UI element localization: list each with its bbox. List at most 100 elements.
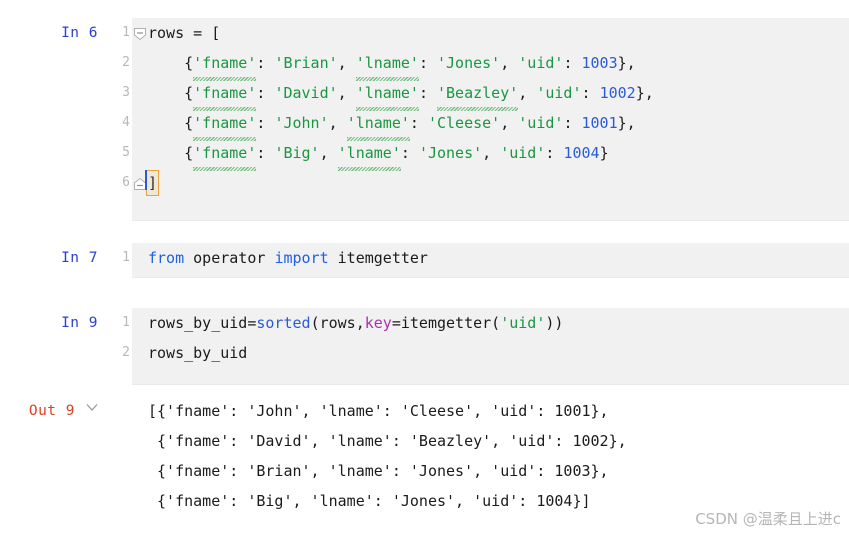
code-editor-in-6[interactable]: rows = [ {'fname': 'Brian', 'lname': 'Jo… [132,18,849,221]
notebook-cell-in-6[interactable]: In 6 1 2 3 4 5 6 rows = [{'fname': 'Bri… [0,18,849,221]
jupyter-notebook: In 6 1 2 3 4 5 6 rows = [{'fname': 'Bri… [0,0,849,536]
code-line: rows_by_uid=sorted(rows,key=itemgetter('… [132,308,849,338]
code-token: { [184,144,194,162]
string-value: 'Cleese' [427,114,501,132]
builtin-sorted: sorted [256,314,311,332]
line-number-gutter: 1 2 3 4 5 6 [98,18,132,198]
line-number: 5 [122,145,130,160]
line-number: 1 [122,250,130,265]
string-value: 'uid' [500,314,546,332]
module-name: operator [184,249,275,267]
dict-key-uid: 'uid' [500,144,546,162]
code-token: { [184,114,194,132]
dict-key-lname: 'lname' [346,108,411,141]
cell-prompt-out-9[interactable]: Out 9 [0,396,98,426]
string-value: 'David' [274,84,338,102]
code-token: ] [148,174,158,192]
line-number: 2 [122,345,130,360]
code-token: }, [617,114,636,132]
line-number: 3 [122,85,130,100]
dict-key-uid: 'uid' [518,54,564,72]
fold-open-icon[interactable] [133,26,147,41]
code-token: , [337,84,356,102]
line-number-gutter: 1 [98,243,132,273]
code-token: , [500,114,519,132]
string-value: 'Big' [274,144,320,162]
code-token: , [337,54,356,72]
line-number: 2 [122,55,130,70]
string-value: 'Jones' [418,144,483,162]
variable-reference: rows_by_uid [148,344,248,362]
cell-output-area: [{'fname': 'John', 'lname': 'Cleese', 'u… [132,396,849,516]
string-value: 'Brian' [274,54,338,72]
code-token: }, [617,54,636,72]
string-value: 'Beazley' [437,78,519,111]
code-line: rows = [ [132,18,849,48]
code-token: { [184,54,194,72]
line-number: 6 [122,175,130,190]
code-token: : [581,84,600,102]
output-line: [{'fname': 'John', 'lname': 'Cleese', 'u… [148,402,609,420]
code-line: {'fname': 'David', 'lname': 'Beazley', '… [132,78,849,111]
code-token: , [482,144,501,162]
number-value: 1004 [563,144,600,162]
dict-key-fname: 'fname' [193,78,257,111]
chevron-down-icon[interactable] [84,394,98,424]
code-token: , [328,114,347,132]
code-token: : [545,144,564,162]
dict-key-uid: 'uid' [518,114,564,132]
output-line: {'fname': 'David', 'lname': 'Beazley', '… [148,432,627,450]
string-value: 'Jones' [437,54,501,72]
notebook-cell-in-9[interactable]: In 9 1 2 rows_by_uid=sorted(rows,key=ite… [0,308,849,385]
code-line: from operator import itemgetter [132,243,849,273]
string-value: 'John' [274,114,329,132]
code-token: : [418,84,437,102]
output-line: {'fname': 'Brian', 'lname': 'Jones', 'ui… [148,462,609,480]
line-number: 4 [122,115,130,130]
imported-name: itemgetter [328,249,428,267]
code-token: }, [635,84,654,102]
code-line: {'fname': 'Brian', 'lname': 'Jones', 'ui… [132,48,849,81]
code-line: ] [132,168,849,198]
line-number: 1 [122,315,130,330]
keyword-from: from [148,249,185,267]
code-token: , [518,84,537,102]
code-token: } [599,144,609,162]
kwarg-key: key [364,314,392,332]
code-token: )) [545,314,564,332]
matching-bracket-highlight: ] [145,168,160,198]
code-token: : [418,54,437,72]
notebook-cell-in-7[interactable]: In 7 1 from operator import itemgetter [0,243,849,278]
dict-key-fname: 'fname' [193,138,257,171]
code-token: rows = [ [148,24,221,42]
code-token: : [256,144,275,162]
code-token: , [319,144,338,162]
cell-prompt-in-7[interactable]: In 7 [0,243,98,273]
code-line: rows_by_uid [132,338,849,368]
cell-prompt-in-9[interactable]: In 9 [0,308,98,338]
out-prompt-label: Out 9 [28,403,75,419]
dict-key-uid: 'uid' [536,84,582,102]
code-editor-in-7[interactable]: from operator import itemgetter [132,243,849,278]
code-token: : [256,114,275,132]
dict-key-lname: 'lname' [355,78,420,111]
code-editor-in-9[interactable]: rows_by_uid=sorted(rows,key=itemgetter('… [132,308,849,385]
dict-key-lname: 'lname' [355,48,420,81]
code-token: : [409,114,428,132]
dict-key-fname: 'fname' [193,108,257,141]
number-value: 1003 [581,54,618,72]
line-number: 1 [122,25,130,40]
text-caret [145,170,147,190]
line-number-gutter: 1 2 [98,308,132,368]
code-token: : [256,54,275,72]
code-line: {'fname': 'John', 'lname': 'Cleese', 'ui… [132,108,849,141]
code-token: =itemgetter( [391,314,501,332]
cell-prompt-in-6[interactable]: In 6 [0,18,98,48]
notebook-cell-out-9[interactable]: Out 9 [{'fname': 'John', 'lname': 'Clees… [0,396,849,516]
variable-assignment: rows_by_uid= [148,314,257,332]
code-line: {'fname': 'Big', 'lname': 'Jones', 'uid'… [132,138,849,171]
